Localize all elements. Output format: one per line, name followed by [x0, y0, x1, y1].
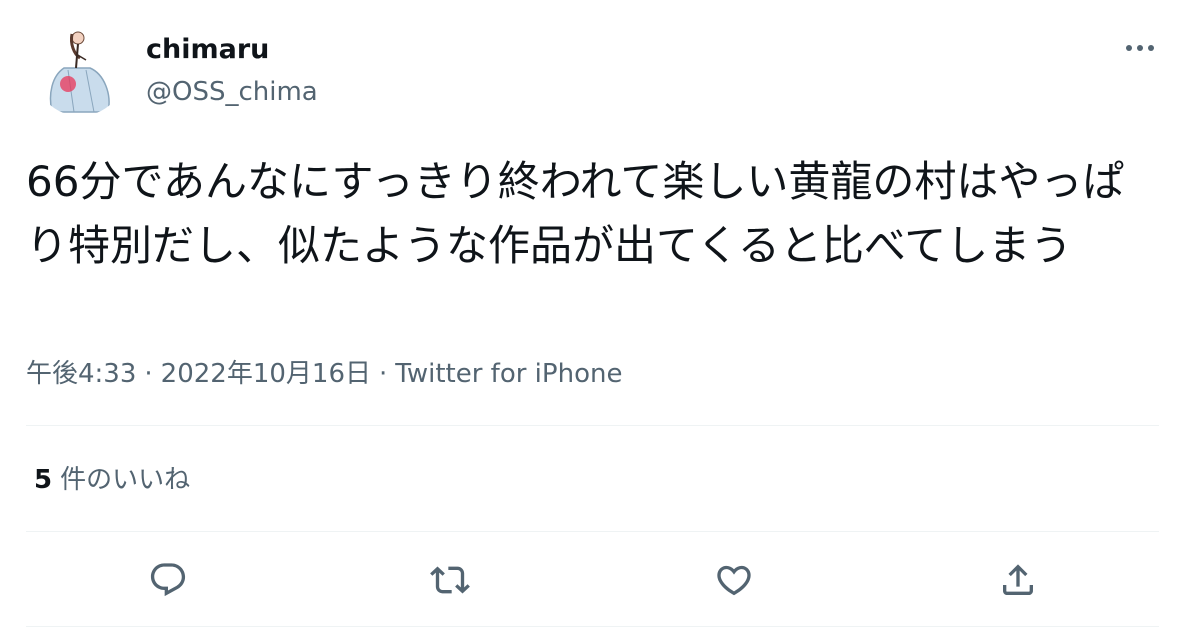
avatar-illustration	[34, 24, 126, 116]
display-name[interactable]: chimaru	[146, 32, 269, 68]
more-horizontal-icon	[1126, 45, 1154, 51]
reply-icon	[150, 563, 186, 597]
tweet-detail: chimaru @OSS_chima 66分であんなにすっきり終われて楽しい黄龍…	[0, 0, 1186, 638]
meta-separator: ·	[379, 359, 388, 389]
share-button[interactable]	[994, 556, 1042, 604]
tweet-time[interactable]: 午後4:33	[26, 359, 136, 389]
meta-separator: ·	[144, 359, 153, 389]
tweet-meta: 午後4:33 · 2022年10月16日 · Twitter for iPhone	[26, 356, 622, 392]
like-button[interactable]	[710, 556, 758, 604]
retweet-button[interactable]	[426, 556, 474, 604]
tweet-source[interactable]: Twitter for iPhone	[395, 359, 622, 389]
share-icon	[1003, 564, 1033, 595]
divider	[26, 531, 1159, 532]
retweet-icon	[430, 566, 470, 594]
avatar[interactable]	[34, 24, 126, 116]
user-handle[interactable]: @OSS_chima	[146, 74, 318, 110]
more-options-button[interactable]	[1116, 30, 1164, 66]
divider	[26, 425, 1159, 426]
reply-button[interactable]	[144, 556, 192, 604]
like-heart-icon	[717, 565, 751, 596]
tweet-date[interactable]: 2022年10月16日	[161, 359, 371, 389]
tweet-text: 66分であんなにすっきり終われて楽しい黄龍の村はやっぱり特別だし、似たような作品…	[26, 157, 1125, 270]
likes-stat[interactable]: 5 件のいいね	[34, 462, 190, 498]
likes-count: 5	[34, 465, 53, 495]
likes-label: 件のいいね	[60, 465, 191, 495]
divider	[26, 626, 1159, 627]
